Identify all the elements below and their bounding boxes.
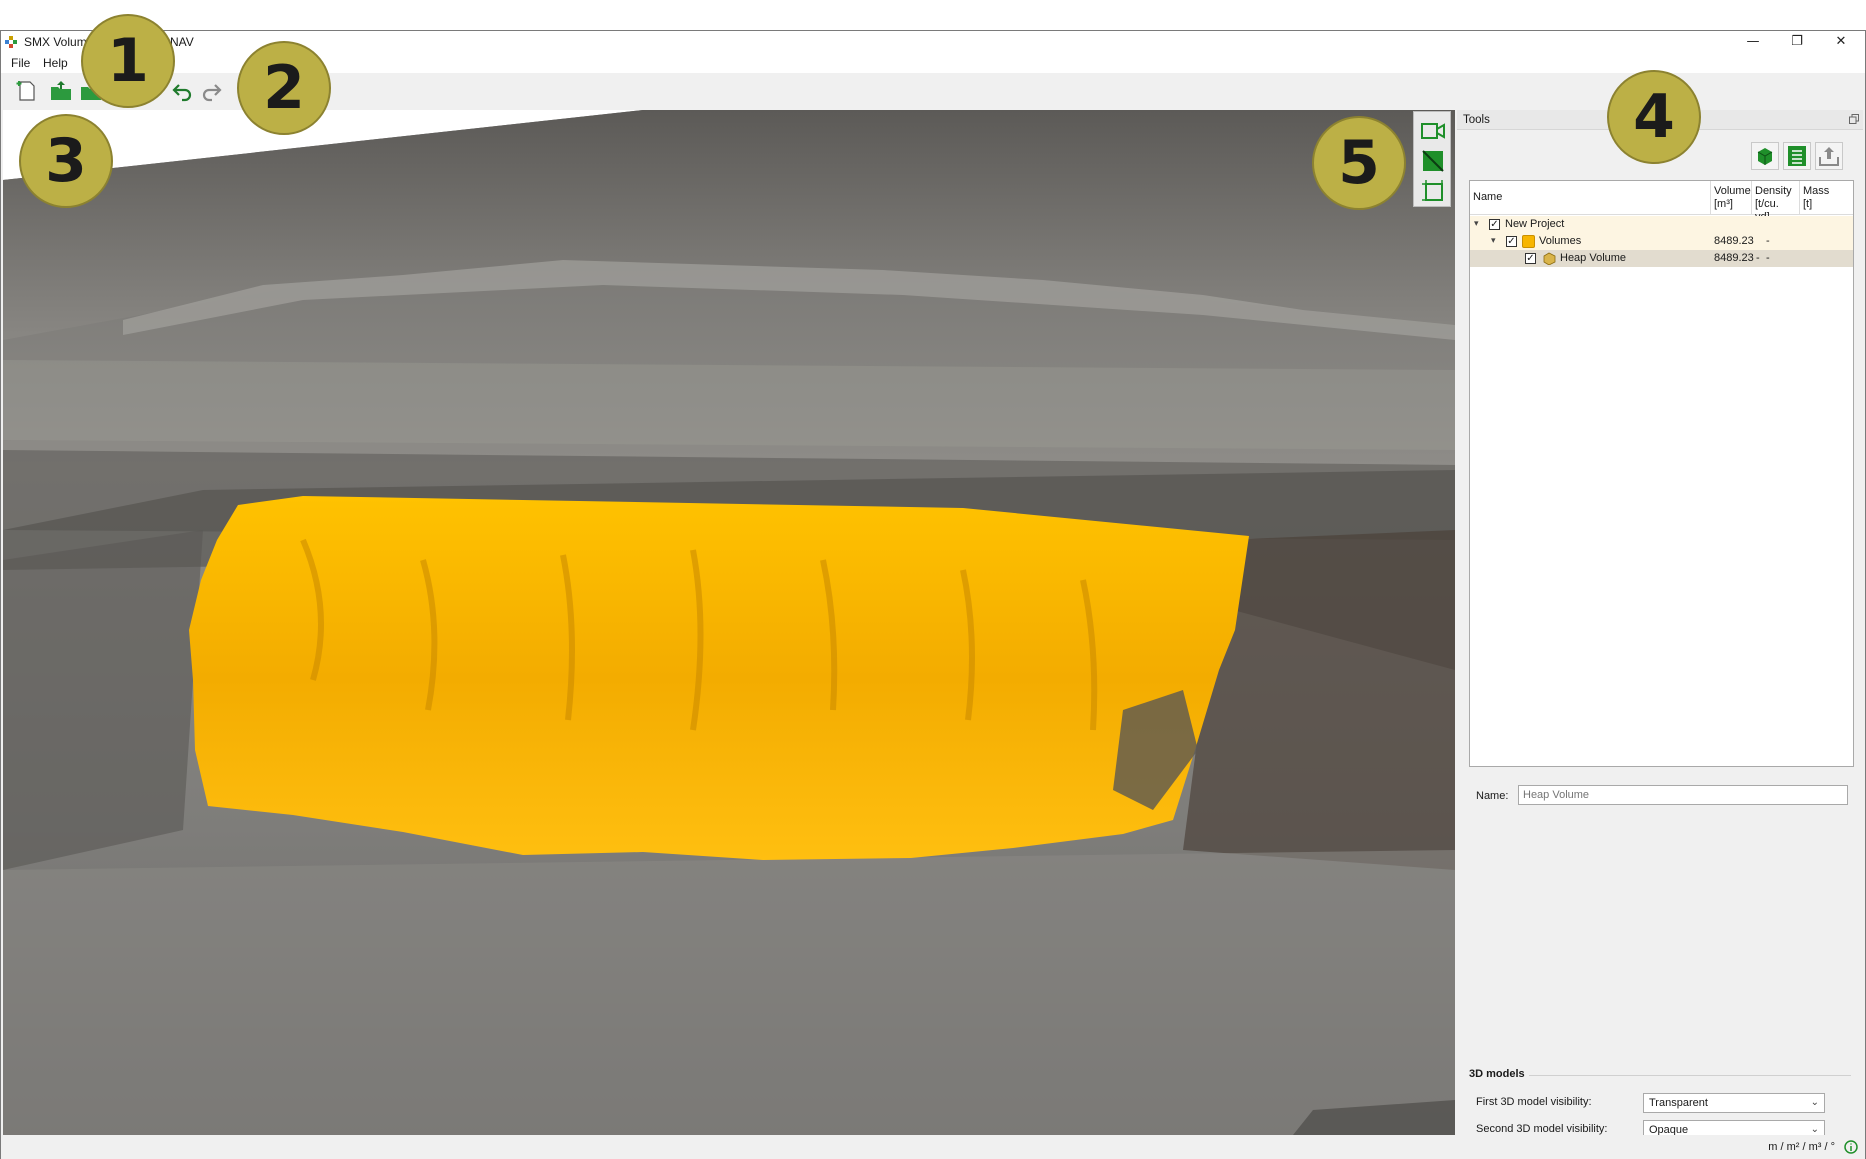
app-icon bbox=[5, 36, 17, 48]
open-icon[interactable] bbox=[49, 79, 73, 103]
export-icon bbox=[1819, 147, 1839, 166]
callout-badge-3: 3 bbox=[19, 114, 113, 208]
chevron-down-icon: ⌄ bbox=[1810, 1124, 1819, 1135]
export-button[interactable] bbox=[1815, 142, 1843, 170]
checkbox-heap-volume[interactable]: ✓ bbox=[1525, 253, 1536, 264]
tools-title: Tools bbox=[1463, 114, 1490, 126]
status-bar: m / m² / m³ / ° bbox=[1, 1135, 1865, 1159]
minimize-button[interactable]: — bbox=[1731, 31, 1775, 53]
column-volume-label: Volume bbox=[1714, 185, 1751, 197]
callout-badge-2: 2 bbox=[237, 41, 331, 135]
chevron-down-icon: ⌄ bbox=[1810, 1097, 1819, 1108]
second-model-label: Second 3D model visibility: bbox=[1476, 1123, 1608, 1135]
units-indicator[interactable]: m / m² / m³ / ° bbox=[1768, 1141, 1835, 1153]
tools-panel: Tools Name Volume [m³] Density [t/cu. Ma… bbox=[1457, 110, 1863, 1140]
density-value: - bbox=[1756, 252, 1760, 264]
collapse-arrow-icon[interactable]: ▾ bbox=[1491, 233, 1496, 250]
callout-badge-1: 1 bbox=[81, 14, 175, 108]
tree-header: Name Volume [m³] Density [t/cu. yd] Mass… bbox=[1470, 181, 1853, 223]
tree-row-volumes[interactable]: ▾ ✓ Volumes 8489.23 - bbox=[1470, 233, 1853, 250]
name-input[interactable] bbox=[1518, 785, 1848, 805]
column-name[interactable]: Name bbox=[1470, 181, 1711, 215]
collapse-arrow-icon[interactable]: ▾ bbox=[1474, 216, 1479, 233]
mass-value: - bbox=[1766, 235, 1770, 247]
first-model-label: First 3D model visibility: bbox=[1476, 1096, 1592, 1108]
float-panel-icon[interactable] bbox=[1849, 114, 1859, 124]
heap-volume-icon bbox=[1543, 252, 1556, 265]
volume-value: 8489.23 bbox=[1714, 235, 1754, 247]
tree-row-new-project[interactable]: ▾ ✓ New Project bbox=[1470, 216, 1853, 233]
report-button[interactable] bbox=[1783, 142, 1811, 170]
name-label: Name: bbox=[1476, 790, 1509, 802]
tree-label: Heap Volume bbox=[1560, 252, 1627, 264]
group-divider bbox=[1529, 1075, 1851, 1076]
column-volume-unit: [m³] bbox=[1714, 198, 1733, 210]
column-density[interactable]: Density [t/cu. yd] bbox=[1752, 181, 1800, 223]
callout-badge-4: 4 bbox=[1607, 70, 1701, 164]
project-tree[interactable]: Name Volume [m³] Density [t/cu. yd] Mass… bbox=[1469, 180, 1854, 767]
restore-button[interactable]: ❐ bbox=[1775, 31, 1819, 53]
callout-badge-5: 5 bbox=[1312, 116, 1406, 210]
app-window: SMX Volume NAV — ❐ ✕ File Help Tools Nam… bbox=[0, 30, 1866, 1159]
mass-value: - bbox=[1766, 252, 1770, 264]
column-mass-unit: [t] bbox=[1803, 198, 1813, 210]
tree-label: New Project bbox=[1505, 218, 1565, 230]
cube-icon bbox=[1757, 148, 1773, 165]
close-button[interactable]: ✕ bbox=[1819, 31, 1863, 53]
redo-icon[interactable] bbox=[199, 79, 223, 103]
menu-file[interactable]: File bbox=[11, 56, 30, 70]
info-icon[interactable] bbox=[1844, 1140, 1858, 1154]
window-title-tail: NAV bbox=[170, 35, 194, 49]
column-mass[interactable]: Mass [t] bbox=[1800, 181, 1853, 215]
column-volume[interactable]: Volume [m³] bbox=[1711, 181, 1752, 215]
list-icon bbox=[1788, 146, 1806, 166]
3d-viewport[interactable] bbox=[3, 110, 1455, 1135]
menu-help[interactable]: Help bbox=[43, 56, 68, 70]
tree-label: Volumes bbox=[1539, 235, 1582, 247]
top-view-icon[interactable] bbox=[1420, 148, 1446, 174]
tree-row-heap-volume[interactable]: ✓ Heap Volume 8489.23 - - bbox=[1470, 250, 1853, 267]
camera-icon[interactable] bbox=[1420, 118, 1446, 144]
undo-icon[interactable] bbox=[171, 79, 195, 103]
fit-view-icon[interactable] bbox=[1420, 178, 1446, 204]
volume-value: 8489.23 bbox=[1714, 252, 1754, 264]
first-model-select[interactable]: Transparent ⌄ bbox=[1643, 1093, 1825, 1113]
add-volume-button[interactable] bbox=[1751, 142, 1779, 170]
3d-models-group: 3D models First 3D model visibility: Tra… bbox=[1469, 1068, 1855, 1140]
column-density-label: Density bbox=[1755, 185, 1792, 197]
new-project-icon[interactable] bbox=[15, 79, 39, 103]
column-mass-label: Mass bbox=[1803, 185, 1830, 197]
quarry-scene-image bbox=[3, 110, 1455, 1135]
checkbox-new-project[interactable]: ✓ bbox=[1489, 219, 1500, 230]
checkbox-volumes[interactable]: ✓ bbox=[1506, 236, 1517, 247]
first-model-value: Transparent bbox=[1649, 1097, 1708, 1109]
3d-models-title: 3D models bbox=[1469, 1068, 1525, 1080]
view-toolbar bbox=[1413, 111, 1451, 207]
volume-group-icon bbox=[1522, 235, 1535, 248]
